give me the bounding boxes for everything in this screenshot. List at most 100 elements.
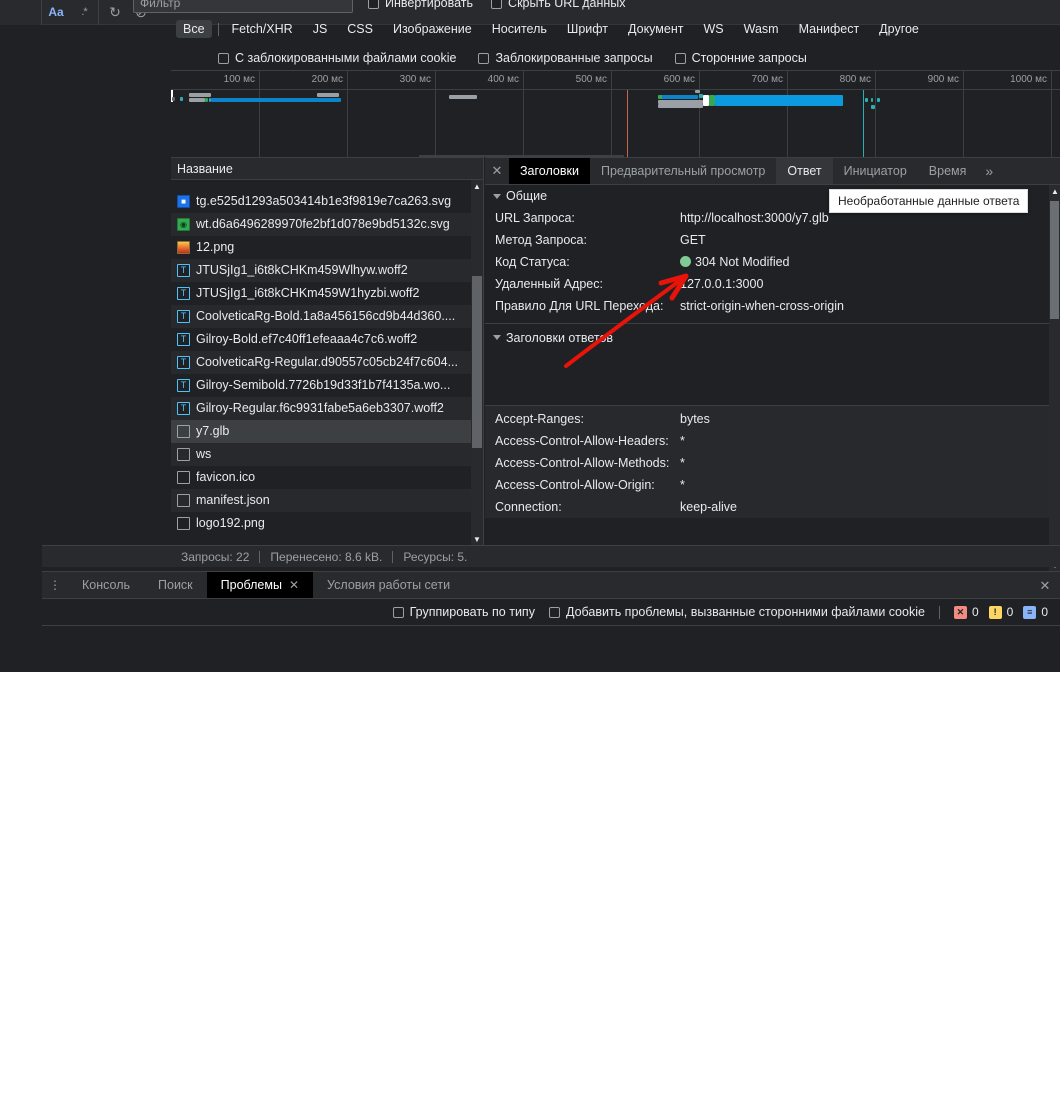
request-row[interactable]: T Gilroy-Regular.f6c9931fabe5a6eb3307.wof… (171, 397, 483, 420)
details-tab-1[interactable]: Предварительный просмотр (590, 158, 776, 184)
requests-scrollbar-thumb[interactable] (472, 276, 482, 448)
filter-input[interactable]: Фильтр (133, 0, 353, 13)
details-tab-3[interactable]: Инициатор (833, 158, 918, 184)
overview-tick-label: 500 мс (575, 74, 607, 85)
font-icon: T (177, 355, 190, 369)
badge-warning[interactable]: ! 0 (988, 605, 1013, 619)
third-party-issues-label: Добавить проблемы, вызванные сторонними … (565, 605, 925, 619)
overview-bar (180, 97, 183, 101)
general-value: 304 Not Modified (680, 251, 790, 273)
overview-tick-label: 200 мс (311, 74, 343, 85)
request-row[interactable]: T JTUSjIg1_i6t8kCHKm459Wlhyw.woff2 (171, 259, 483, 282)
drawer-tab-close-icon[interactable]: ✕ (289, 578, 299, 592)
request-row[interactable]: logo192.png (171, 512, 483, 535)
type-filter-4[interactable]: Изображение (386, 20, 479, 38)
request-row[interactable]: T CoolveticaRg-Bold.1a8a456156cd9b44d360.… (171, 305, 483, 328)
requests-scrollbar[interactable]: ▲ ▼ (471, 180, 483, 545)
drawer-tab-0[interactable]: Консоль (68, 572, 144, 598)
request-row[interactable]: ws (171, 443, 483, 466)
document-icon (177, 470, 190, 484)
hide-data-urls-checkbox[interactable] (491, 0, 503, 9)
third-party-issues-checkbox[interactable] (548, 606, 560, 618)
overview-bar (877, 98, 880, 102)
hide-data-urls-checkbox-row[interactable]: Скрыть URL данных (491, 0, 626, 10)
blocked-filter-row-2[interactable]: Сторонние запросы (674, 51, 807, 65)
third-party-issues-row[interactable]: Добавить проблемы, вызванные сторонними … (548, 605, 925, 619)
details-tab-0[interactable]: Заголовки (509, 158, 590, 184)
request-row[interactable]: y7.glb (171, 420, 483, 443)
request-row[interactable]: ■ tg.e525d1293a503414b1e3f9819e7ca263.svg (171, 190, 483, 213)
font-icon: T (177, 286, 190, 300)
font-icon: T (177, 263, 190, 277)
drawer-tab-2[interactable]: Проблемы ✕ (206, 572, 314, 598)
blocked-filter-checkbox-1[interactable] (478, 52, 490, 64)
invert-label: Инвертировать (385, 0, 474, 10)
type-filter-1[interactable]: Fetch/XHR (225, 20, 300, 38)
drawer-tab-3[interactable]: Условия работы сети (313, 572, 464, 598)
overview-tick-label: 400 мс (487, 74, 519, 85)
type-filter-3[interactable]: CSS (340, 20, 380, 38)
overview-bar (871, 105, 875, 109)
overview-bar (317, 93, 339, 97)
general-row: Метод Запроса: GET (485, 229, 1060, 251)
group-by-type-checkbox[interactable] (392, 606, 404, 618)
details-scrollbar[interactable]: ▲ ▼ (1049, 185, 1060, 571)
request-row[interactable]: T JTUSjIg1_i6t8kCHKm459W1hyzbi.woff2 (171, 282, 483, 305)
request-name: wt.d6a6496289970fe2bf1d078e9bd5132c.svg (196, 217, 450, 231)
drawer-close-icon[interactable]: ✕ (1036, 577, 1054, 595)
badge-info[interactable]: ≡ 0 (1023, 605, 1048, 619)
request-row[interactable]: T CoolveticaRg-Regular.d90557c05cb24f7c60… (171, 351, 483, 374)
invert-checkbox-row[interactable]: Инвертировать (368, 0, 473, 10)
overview-tick-label: 300 мс (399, 74, 431, 85)
font-icon: T (177, 401, 190, 415)
type-filter-11[interactable]: Другое (872, 20, 926, 38)
details-tab-2[interactable]: Ответ (776, 158, 833, 184)
invert-checkbox[interactable] (368, 0, 379, 9)
blocked-filter-row-1[interactable]: Заблокированные запросы (478, 51, 653, 65)
type-filter-10[interactable]: Манифест (792, 20, 867, 38)
response-headers-header[interactable]: Заголовки ответов (485, 324, 1060, 351)
scroll-up-icon[interactable]: ▲ (471, 180, 483, 192)
issues-toolbar: Группировать по типу Добавить проблемы, … (42, 599, 1060, 626)
request-row[interactable]: T Gilroy-Semibold.7726b19d33f1b7f4135a.wo… (171, 374, 483, 397)
header-key: Access-Control-Allow-Headers: (495, 434, 669, 448)
blocked-filter-row-0[interactable]: С заблокированными файлами cookie (218, 51, 456, 65)
tooltip: Необработанные данные ответа (829, 189, 1029, 213)
details-tab-4[interactable]: Время (918, 158, 978, 184)
request-row[interactable]: 12.png (171, 236, 483, 259)
left-gutter-header (0, 0, 42, 25)
type-filter-9[interactable]: Wasm (737, 20, 786, 38)
details-scroll-up-icon[interactable]: ▲ (1049, 185, 1060, 197)
details-scrollbar-thumb[interactable] (1050, 201, 1059, 319)
requests-column-header[interactable]: Название (171, 158, 483, 180)
type-filter-0[interactable]: Все (176, 20, 212, 38)
request-name: ws (196, 447, 212, 461)
request-row[interactable]: T Gilroy-Bold.ef7c40ff1efeaaa4c7c6.woff2 (171, 328, 483, 351)
type-filter-8[interactable]: WS (696, 20, 730, 38)
type-filter-2[interactable]: JS (306, 20, 335, 38)
request-row[interactable]: favicon.ico (171, 466, 483, 489)
network-overview[interactable]: 100 мс 200 мс 300 мс 400 мс 500 мс 600 мс 700 … (171, 70, 1060, 157)
blocked-filter-label-2: Сторонние запросы (691, 51, 807, 65)
group-by-type-row[interactable]: Группировать по типу (392, 605, 535, 619)
type-filter-6[interactable]: Шрифт (560, 20, 615, 38)
blocked-filter-checkbox-2[interactable] (674, 52, 686, 64)
general-row: Удаленный Адрес: 127.0.0.1:3000 (485, 273, 1060, 295)
drawer-tab-label: Поиск (158, 578, 193, 592)
type-filter-7[interactable]: Документ (621, 20, 690, 38)
overview-gridline (963, 71, 964, 157)
type-filter-5[interactable]: Носитель (485, 20, 554, 38)
tooltip-text: Необработанные данные ответа (838, 194, 1020, 208)
overview-tick-label: 800 мс (839, 74, 871, 85)
drawer-tab-1[interactable]: Поиск (144, 572, 207, 598)
blocked-filter-checkbox-0[interactable] (218, 52, 229, 64)
request-row[interactable]: ◉ wt.d6a6496289970fe2bf1d078e9bd5132c.svg (171, 213, 483, 236)
close-details-icon[interactable]: ✕ (485, 158, 509, 184)
badge-error[interactable]: ✕ 0 (953, 605, 979, 619)
scroll-down-icon[interactable]: ▼ (471, 533, 483, 545)
drawer-menu-icon[interactable]: ⋮ (42, 572, 68, 598)
request-row[interactable]: manifest.json (171, 489, 483, 512)
overview-gridline (699, 71, 700, 157)
more-tabs-icon[interactable]: » (977, 158, 1001, 184)
requests-list[interactable]: ■ tg.e525d1293a503414b1e3f9819e7ca263.svg… (171, 180, 483, 545)
